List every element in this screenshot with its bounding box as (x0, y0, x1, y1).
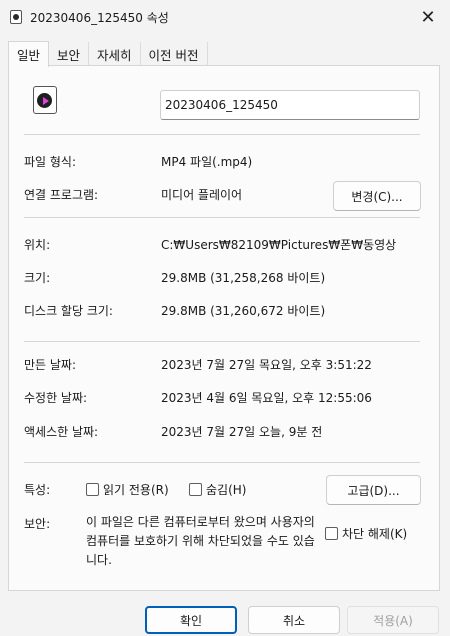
divider (24, 462, 420, 463)
apply-button[interactable]: 적용(A) (347, 606, 439, 634)
checkbox-box[interactable] (189, 483, 202, 496)
accessed-value: 2023년 7월 27일 오늘, 9분 전 (161, 425, 323, 439)
hidden-checkbox[interactable]: 숨김(H) (189, 481, 246, 498)
attributes-label: 특성: (24, 483, 51, 497)
advanced-button[interactable]: 고급(D)... (326, 475, 421, 505)
size-value: 29.8MB (31,258,268 바이트) (161, 271, 326, 285)
close-button[interactable]: ✕ (414, 4, 442, 30)
general-panel: 파일 형식: MP4 파일(.mp4) 연결 프로그램: 미디어 플레이어 변경… (8, 65, 440, 591)
divider (24, 341, 420, 342)
cancel-button[interactable]: 취소 (248, 606, 340, 634)
location-label: 위치: (24, 238, 51, 252)
checkbox-box[interactable] (86, 483, 99, 496)
file-type-label: 파일 형식: (24, 155, 77, 169)
accessed-label: 액세스한 날짜: (24, 425, 99, 439)
disk-size-label: 디스크 할당 크기: (24, 304, 113, 318)
video-file-icon (33, 86, 57, 114)
title-bar: 20230406_125450 속성 ✕ (0, 0, 450, 34)
ok-button[interactable]: 확인 (145, 606, 237, 634)
open-with-value: 미디어 플레이어 (161, 188, 243, 202)
unblock-label: 차단 해제(K) (342, 527, 408, 541)
file-name-input[interactable] (160, 90, 420, 120)
checkbox-box[interactable] (325, 527, 338, 540)
security-label: 보안: (24, 517, 51, 531)
created-value: 2023년 7월 27일 목요일, 오후 3:51:22 (161, 358, 372, 372)
divider (24, 134, 420, 135)
window-title: 20230406_125450 속성 (30, 11, 169, 25)
tab-previous-versions[interactable]: 이전 버전 (141, 42, 208, 66)
disk-size-value: 29.8MB (31,260,672 바이트) (161, 304, 326, 318)
tab-bar: 일반 보안 자세히 이전 버전 (8, 41, 208, 67)
tab-security[interactable]: 보안 (49, 42, 90, 66)
change-button[interactable]: 변경(C)... (333, 181, 421, 211)
size-label: 크기: (24, 271, 51, 285)
security-message: 이 파일은 다른 컴퓨터로부터 왔으며 사용자의 컴퓨터를 보호하기 위해 차단… (86, 515, 315, 567)
created-label: 만든 날짜: (24, 358, 77, 372)
readonly-label: 읽기 전용(R) (103, 483, 169, 497)
hidden-label: 숨김(H) (206, 483, 247, 497)
video-file-icon (10, 10, 22, 24)
unblock-checkbox[interactable]: 차단 해제(K) (325, 525, 407, 542)
divider (24, 217, 420, 218)
location-value: C:₩Users₩82109₩Pictures₩폰₩동영상 (161, 238, 397, 252)
open-with-label: 연결 프로그램: (24, 188, 99, 202)
modified-value: 2023년 4월 6일 목요일, 오후 12:55:06 (161, 391, 372, 405)
tab-details[interactable]: 자세히 (89, 42, 141, 66)
file-type-value: MP4 파일(.mp4) (161, 155, 253, 169)
tab-general[interactable]: 일반 (8, 41, 50, 67)
readonly-checkbox[interactable]: 읽기 전용(R) (86, 481, 169, 498)
modified-label: 수정한 날짜: (24, 391, 88, 405)
